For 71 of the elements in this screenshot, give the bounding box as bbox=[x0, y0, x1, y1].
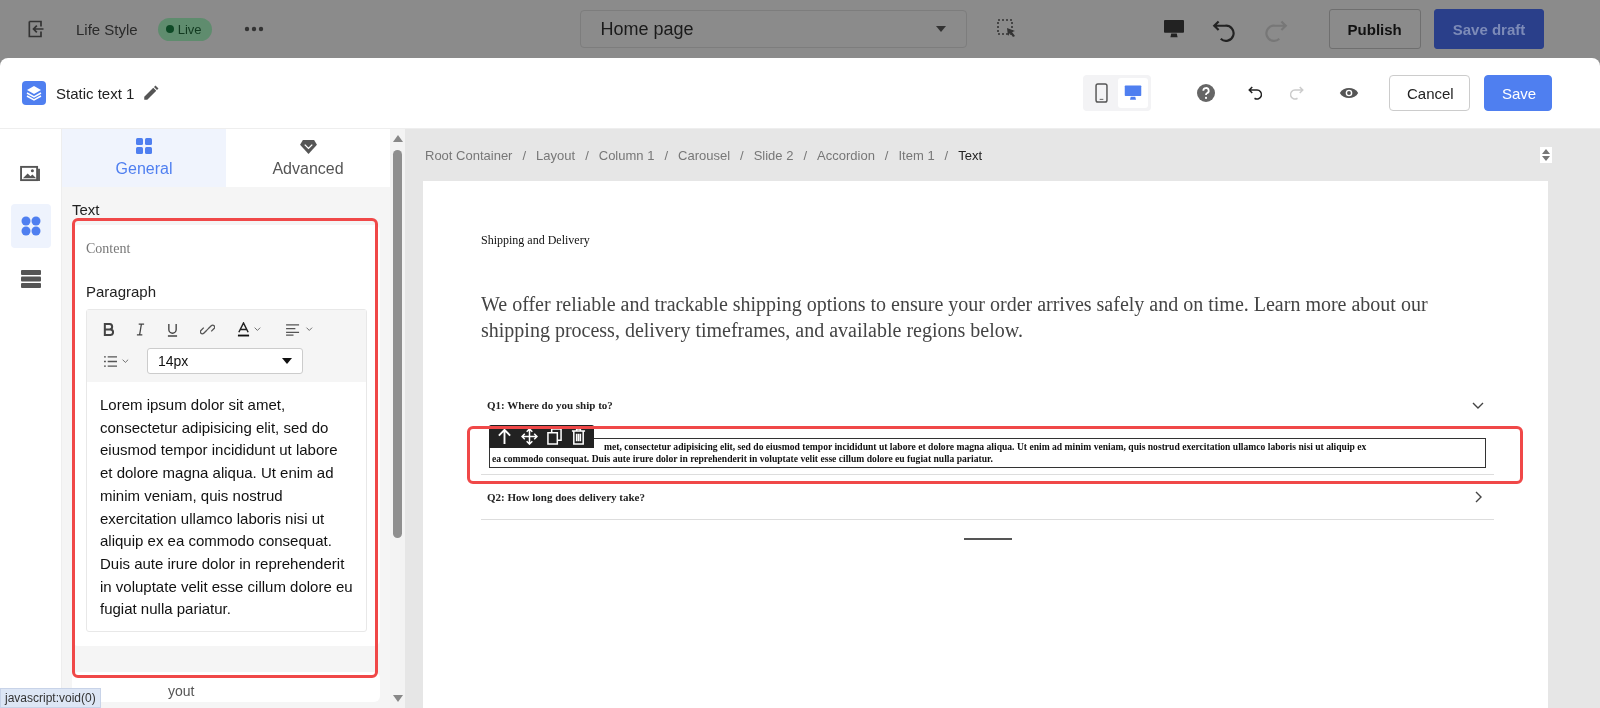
breadcrumb-item[interactable]: Item 1 bbox=[898, 147, 935, 163]
breadcrumb-separator: / bbox=[944, 147, 949, 163]
move-icon[interactable] bbox=[521, 428, 538, 445]
list-icon bbox=[20, 270, 41, 288]
site-name: Life Style bbox=[76, 20, 138, 38]
text-color-icon[interactable] bbox=[237, 322, 263, 337]
grid-button[interactable] bbox=[10, 204, 51, 248]
exit-icon[interactable] bbox=[26, 19, 46, 39]
paragraph-text[interactable]: Lorem ipsum dolor sit amet, consectetur adipisicing elit, sed do eiusmod tempor incididunt ut labore et dolore magna aliqua. Ut enim ad minim veniam, quis nostrud exercitation ullamco laboris nisi ut aliquip ex ea commodo consequat. Duis aute irure dolor in reprehenderit in voluptate velit esse cillum dolore eu fugiat nulla pariatur. bbox=[87, 382, 366, 632]
sort-arrows-icon[interactable] bbox=[1540, 147, 1552, 163]
page-heading: Shipping and Delivery bbox=[481, 233, 591, 248]
breadcrumb-separator: / bbox=[522, 147, 527, 163]
italic-icon[interactable] bbox=[136, 323, 145, 336]
help-icon[interactable] bbox=[1197, 84, 1215, 102]
align-icon[interactable] bbox=[285, 323, 315, 336]
answer-text[interactable]: ea commodo consequat. Duis aute irure dolor in reprehenderit in voluptate velit esse cillum dolore eu fugiat nulla pariatur. bbox=[492, 453, 1483, 465]
selection-cursor-icon[interactable] bbox=[996, 19, 1017, 39]
phone-icon bbox=[1094, 83, 1108, 103]
save-button[interactable]: Save bbox=[1484, 75, 1552, 111]
breadcrumb-item[interactable]: Carousel bbox=[678, 147, 731, 163]
breadcrumb-separator: / bbox=[664, 147, 668, 163]
section-heading: Text bbox=[72, 201, 101, 218]
field-label: Paragraph bbox=[86, 283, 158, 300]
page-select[interactable]: Home page bbox=[579, 10, 967, 48]
breadcrumb-item[interactable]: Slide 2 bbox=[753, 147, 794, 163]
breadcrumb-item[interactable]: Accordion bbox=[817, 147, 875, 163]
monitor-icon bbox=[1124, 84, 1142, 102]
breadcrumb-item[interactable]: Column 1 bbox=[598, 147, 655, 163]
layers-icon bbox=[22, 81, 46, 105]
intro-text: We offer reliable and trackable shipping options to ensure your order arrives safely and on time. Learn more about our shipping process, delivery timeframes, and available regions below. bbox=[481, 292, 1429, 343]
bold-icon[interactable] bbox=[103, 323, 114, 336]
modal-title: Static text 1 bbox=[56, 84, 135, 102]
preview-eye-icon[interactable] bbox=[1339, 86, 1359, 100]
publish-button[interactable]: Publish bbox=[1328, 9, 1421, 49]
trash-icon[interactable] bbox=[571, 428, 586, 445]
section-heading: yout bbox=[168, 683, 195, 700]
copy-icon[interactable] bbox=[547, 428, 562, 445]
desktop-icon[interactable] bbox=[1162, 19, 1185, 39]
more-icon[interactable] bbox=[243, 26, 264, 32]
caret-icon bbox=[282, 358, 292, 364]
font-size-select[interactable]: 14px bbox=[147, 348, 303, 374]
underline-icon[interactable] bbox=[167, 322, 178, 337]
diamond-icon bbox=[299, 138, 317, 154]
grid-icon bbox=[20, 216, 41, 236]
arrow-down-icon[interactable] bbox=[392, 695, 403, 702]
accordion-header[interactable]: Q2: How long does delivery take? bbox=[481, 475, 1494, 520]
desktop-view-button[interactable] bbox=[1118, 78, 1148, 108]
undo-icon[interactable] bbox=[1247, 84, 1265, 102]
pencil-icon[interactable] bbox=[142, 84, 161, 102]
answer-text[interactable]: met, consectetur adipisicing elit, sed do eiusmod tempor incididunt ut labore et dolore magna aliqua. Ut enim ad minim veniam, quis nostrud exercitation ullamco laboris nisi ut aliquip ex bbox=[604, 441, 1483, 453]
grid-icon bbox=[136, 138, 152, 154]
card-heading: Content bbox=[86, 241, 132, 257]
status-tooltip: javascript:void(0) bbox=[0, 688, 101, 708]
cancel-button[interactable]: Cancel bbox=[1389, 75, 1470, 111]
breadcrumb-item[interactable]: Layout bbox=[536, 147, 576, 163]
breadcrumb-separator: / bbox=[884, 147, 889, 163]
caret-icon bbox=[935, 26, 946, 32]
arrow-up-icon[interactable] bbox=[497, 428, 512, 445]
link-icon[interactable] bbox=[200, 322, 215, 337]
general-tab[interactable]: General bbox=[62, 129, 226, 187]
status-badge: Live bbox=[157, 17, 212, 41]
breadcrumb-item[interactable]: Root Container bbox=[425, 147, 513, 163]
breadcrumb-item[interactable]: Text bbox=[958, 147, 983, 163]
scrollbar[interactable] bbox=[390, 129, 405, 708]
save-draft-button[interactable]: Save draft bbox=[1433, 9, 1545, 49]
breadcrumb-separator: / bbox=[740, 147, 744, 163]
drag-handle[interactable] bbox=[963, 538, 1012, 540]
breadcrumb-separator: / bbox=[585, 147, 589, 163]
list-icon[interactable] bbox=[103, 354, 131, 368]
image-icon bbox=[20, 164, 41, 182]
breadcrumb-separator: / bbox=[803, 147, 808, 163]
